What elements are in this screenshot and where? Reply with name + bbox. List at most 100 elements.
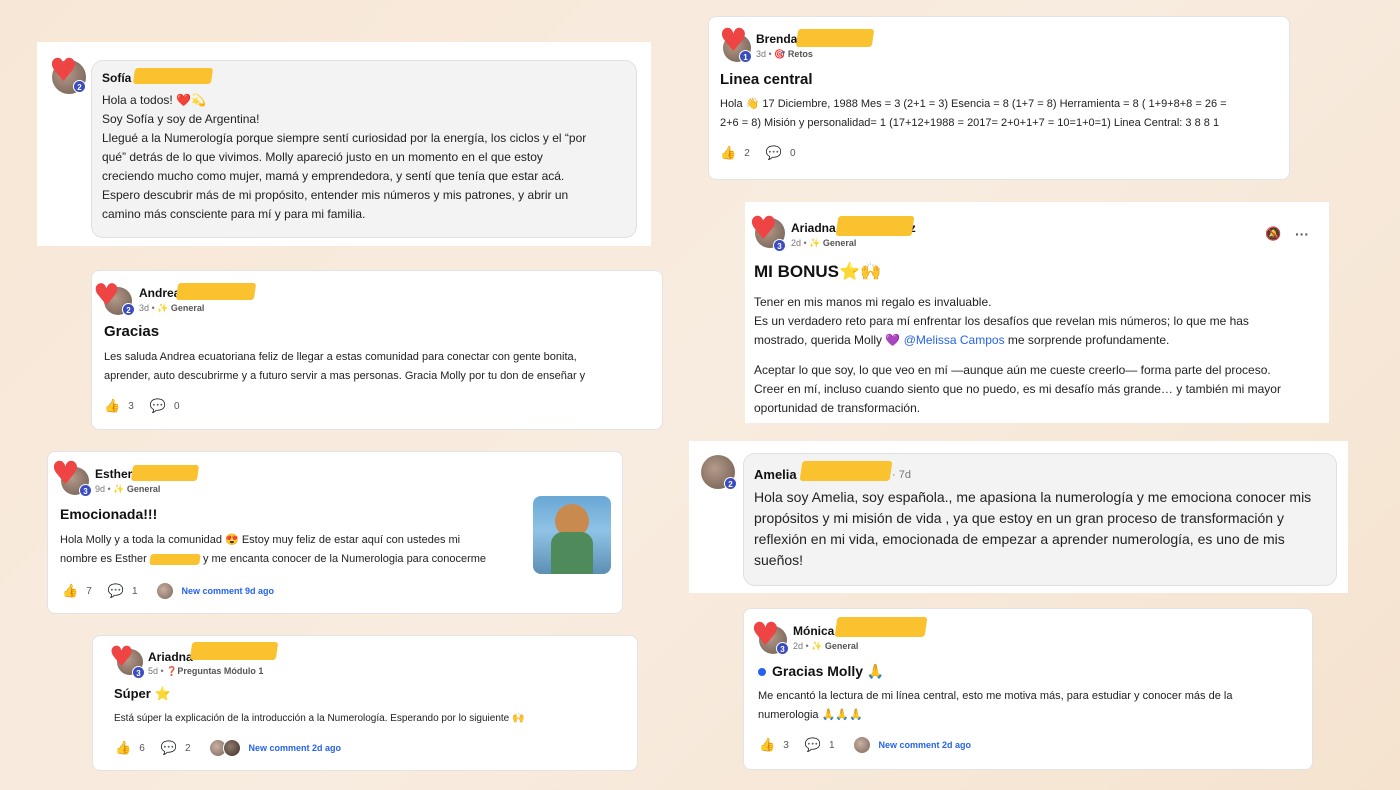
post-actions: 👍 3 💬 0 [104,399,180,414]
author-name[interactable]: Brenda [756,32,797,46]
post-category[interactable]: ✨ General [157,303,204,313]
post-body: Hola soy Amelia, soy española., me apasi… [754,487,1324,571]
post-screenshot-ariadna-small: ♥ 3 Ariadna 5d • ❓Preguntas Módulo 1 Súp… [91,631,649,776]
post-body: Hola a todos! ❤️💫 Soy Sofía y soy de Arg… [102,91,632,224]
author-name[interactable]: Andrea [139,286,180,300]
level-badge: 2 [724,477,737,490]
author-name[interactable]: Mónica [793,624,834,638]
heart-icon: ♥ [49,51,78,89]
post-meta: 5d • ❓Preguntas Módulo 1 [148,666,264,676]
post-screenshot-esther: ♥ 3 Esther 9d • ✨ General Emocionada!!! … [38,447,630,621]
post-title[interactable]: Linea central [720,71,813,88]
level-badge: 3 [132,666,145,679]
like-count: 7 [86,585,92,597]
body-line: qué” detrás de lo que vivimos. Molly apa… [102,150,543,164]
level-badge: 3 [773,239,786,252]
body-line: Les saluda Andrea ecuatoriana feliz de l… [104,351,577,363]
new-comment-link[interactable]: New comment 9d ago [182,586,275,596]
thumbs-up-icon[interactable]: 👍 [720,146,736,161]
post-meta: 3d • 🎯 Retos [756,49,813,59]
author-name[interactable]: Ariadna [148,650,193,664]
comment-count: 0 [173,401,180,412]
more-icon[interactable]: ··· [1295,226,1309,242]
new-comment-link[interactable]: New comment 2d ago [879,740,972,750]
comment-icon[interactable]: 💬 [766,146,782,161]
post-thumbnail[interactable] [533,496,611,574]
body-line: aprender, auto descubrirme y a futuro se… [104,370,586,382]
post-screenshot-ariadna-big: ♥ 3 Ariadnaz 2d • ✨ General 🔕 ··· MI BON… [745,202,1329,423]
post-category[interactable]: ✨ General [811,641,858,651]
body-line: reflexión en mi vida, emocionada de empe… [754,531,1285,547]
redaction-bar [132,68,214,84]
post-title[interactable]: Gracias Molly 🙏 [758,663,884,680]
body-line: oportunidad de transformación. [754,401,921,415]
post-title[interactable]: Emocionada!!! [60,506,157,522]
author-name[interactable]: Esther [95,467,132,481]
body-line: Creer en mí, incluso cuando siento que n… [754,382,1281,396]
body-line: Espero descubrir más de mi propósito, en… [102,188,569,202]
post-category[interactable]: 🎯 Retos [774,49,813,59]
post-category[interactable]: ✨ General [113,484,160,494]
body-line: sueños! [754,552,804,568]
like-count: 2 [744,148,750,159]
post-time: 3d [139,303,150,313]
thumbs-up-icon[interactable]: 👍 [115,741,131,756]
commenter-avatar[interactable] [852,736,871,754]
post-screenshot-andrea: ♥ 2 Andrea 3d • ✨ General Gracias Les sa… [80,265,670,435]
thumbs-up-icon[interactable]: 👍 [104,399,120,414]
post-meta: 2d • ✨ General [791,238,857,248]
post-title[interactable]: Súper ⭐ [114,686,171,702]
body-line: numerologia 🙏🙏🙏 [758,709,863,721]
post-actions: 👍 7 💬 1 New comment 9d ago [62,582,274,600]
thumbs-up-icon[interactable]: 👍 [62,584,78,599]
commenter-avatar[interactable] [222,739,241,757]
post-title[interactable]: MI BONUS⭐🙌 [754,262,881,282]
post-category[interactable]: ❓Preguntas Módulo 1 [166,666,263,676]
post-title[interactable]: Gracias [104,323,159,340]
body-line: Hola a todos! ❤️💫 [102,93,206,107]
bell-off-icon[interactable]: 🔕 [1265,227,1281,242]
body-line-part: y me encanta conocer de la Numerologia p… [202,553,487,565]
heart-icon: ♥ [93,278,120,313]
comment-icon[interactable]: 💬 [108,584,124,599]
like-count: 6 [139,742,145,754]
level-badge: 2 [73,80,86,93]
body-line: Está súper la explicación de la introduc… [114,713,525,724]
post-actions: 👍 3 💬 1 New comment 2d ago [759,736,971,754]
post-title-text: Gracias Molly 🙏 [772,663,885,679]
level-badge: 3 [79,484,92,497]
redaction-bar [175,283,257,300]
post-time: 2d [791,238,802,248]
like-count: 3 [128,401,134,412]
level-badge: 3 [776,642,789,655]
body-line: Hola Molly y a toda la comunidad 😍 Estoy… [60,534,461,546]
heart-icon: ♥ [51,454,80,492]
comment-count: 0 [789,148,796,159]
body-line-part: me sorprende profundamente. [1007,333,1170,347]
thumbs-up-icon[interactable]: 👍 [759,738,775,753]
body-line: Aceptar lo que soy, lo que veo en mí —au… [754,363,1271,377]
thumbnail-figure-body [551,532,593,574]
author-name-text: Ariadna [791,221,836,235]
post-time: · 7d [892,469,911,481]
comment-icon[interactable]: 💬 [805,738,821,753]
like-count: 3 [783,739,789,751]
post-time: 9d [95,484,106,494]
body-line: nombre es Esther y me encanta conocer de… [60,550,540,569]
comment-icon[interactable]: 💬 [161,741,177,756]
body-line: camino más consciente para mí y para mi … [102,207,366,221]
author-name[interactable]: Sofía [102,71,131,85]
redaction-bar [795,29,875,47]
body-line: creciendo mucho como mujer, mamá y empre… [102,169,565,183]
redaction-bar [835,216,915,236]
new-comment-link[interactable]: New comment 2d ago [249,743,342,753]
mention-link[interactable]: @Melissa Campos [904,333,1005,347]
commenter-avatar[interactable] [155,582,174,600]
comment-count: 2 [184,742,191,754]
body-line: Hola soy Amelia, soy española., me apasi… [754,489,1312,505]
author-name[interactable]: Amelia [754,467,797,482]
post-category[interactable]: ✨ General [809,238,856,248]
comment-icon[interactable]: 💬 [150,399,166,414]
redaction-bar [189,642,279,660]
post-screenshot-monica: ♥ 3 Mónica 2d • ✨ General Gracias Molly … [737,604,1320,776]
